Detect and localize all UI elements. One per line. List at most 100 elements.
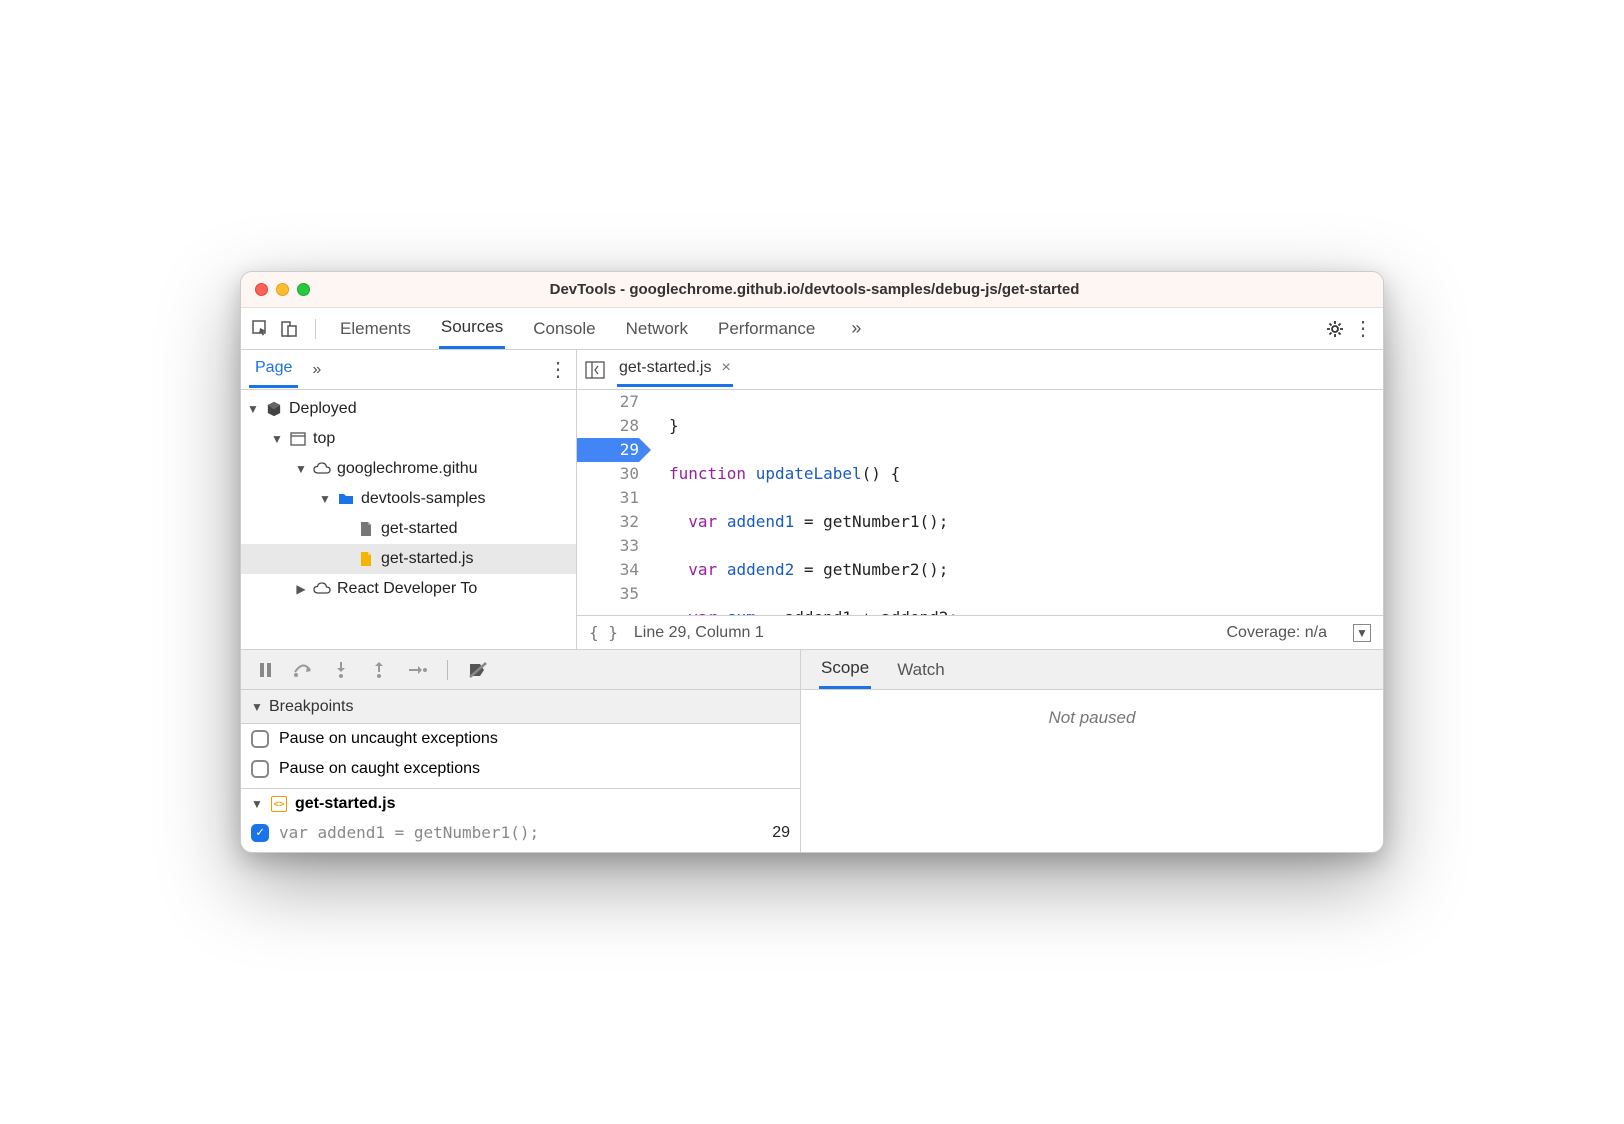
cloud-icon bbox=[313, 460, 331, 478]
chevron-right-icon: ▶ bbox=[295, 582, 307, 596]
tree-label: top bbox=[313, 430, 335, 448]
breakpoint-line-number: 29 bbox=[772, 824, 790, 842]
minimize-window-button[interactable] bbox=[276, 283, 289, 296]
chevron-down-icon: ▼ bbox=[319, 492, 331, 506]
zoom-window-button[interactable] bbox=[297, 283, 310, 296]
code-editor[interactable]: 27 28 29 30 31 32 33 34 35 } function up… bbox=[577, 390, 1383, 615]
chevron-down-icon: ▼ bbox=[295, 462, 307, 476]
tree-label: googlechrome.githu bbox=[337, 460, 478, 478]
dropdown-icon[interactable]: ▼ bbox=[1353, 624, 1371, 642]
close-tab-icon[interactable]: × bbox=[721, 359, 730, 377]
tab-performance[interactable]: Performance bbox=[716, 310, 817, 348]
tree-row-folder[interactable]: ▼ devtools-samples bbox=[241, 484, 576, 514]
tab-elements[interactable]: Elements bbox=[338, 310, 413, 348]
script-icon bbox=[357, 550, 375, 568]
watch-tab[interactable]: Watch bbox=[895, 652, 947, 688]
separator bbox=[447, 660, 448, 680]
tree-label: Deployed bbox=[289, 400, 357, 418]
code-line: function updateLabel() { bbox=[669, 462, 1383, 486]
navigator-more-icon[interactable]: » bbox=[312, 361, 321, 379]
traffic-lights bbox=[255, 283, 310, 296]
file-tab-label: get-started.js bbox=[619, 359, 711, 377]
line-number[interactable]: 30 bbox=[577, 462, 639, 486]
kebab-menu-icon[interactable]: ⋮ bbox=[1351, 317, 1375, 341]
step-icon[interactable] bbox=[407, 663, 427, 677]
js-file-icon: <> bbox=[271, 796, 287, 812]
checkbox[interactable] bbox=[251, 760, 269, 778]
tree-row-extension[interactable]: ▶ React Developer To bbox=[241, 574, 576, 604]
checkbox[interactable] bbox=[251, 730, 269, 748]
scope-body: Not paused bbox=[801, 690, 1383, 746]
file-tree: ▼ Deployed ▼ top ▼ googlechrome.githu ▼ bbox=[241, 390, 576, 649]
line-number[interactable]: 27 bbox=[577, 390, 639, 414]
file-tab-active[interactable]: get-started.js × bbox=[617, 352, 733, 387]
code-line: var addend2 = getNumber2(); bbox=[669, 558, 1383, 582]
tab-console[interactable]: Console bbox=[531, 310, 597, 348]
pause-uncaught-checkbox-row[interactable]: Pause on uncaught exceptions bbox=[241, 724, 800, 754]
breakpoints-title: Breakpoints bbox=[269, 698, 354, 716]
line-number[interactable]: 33 bbox=[577, 534, 639, 558]
tree-row-file-js[interactable]: get-started.js bbox=[241, 544, 576, 574]
tab-sources[interactable]: Sources bbox=[439, 308, 505, 349]
tree-row-file-html[interactable]: get-started bbox=[241, 514, 576, 544]
line-number[interactable]: 32 bbox=[577, 510, 639, 534]
main-tabs: Elements Sources Console Network Perform… bbox=[338, 308, 1319, 349]
chevron-down-icon: ▼ bbox=[247, 402, 259, 416]
scope-tabs: Scope Watch bbox=[801, 650, 1383, 690]
checkbox-checked[interactable] bbox=[251, 824, 269, 842]
line-number[interactable]: 31 bbox=[577, 486, 639, 510]
line-number[interactable]: 34 bbox=[577, 558, 639, 582]
deactivate-breakpoints-icon[interactable] bbox=[468, 661, 488, 679]
pause-caught-checkbox-row[interactable]: Pause on caught exceptions bbox=[241, 754, 800, 789]
cube-icon bbox=[265, 400, 283, 418]
chevron-down-icon: ▼ bbox=[271, 432, 283, 446]
code-line: } bbox=[669, 414, 1383, 438]
scope-tab[interactable]: Scope bbox=[819, 650, 871, 689]
coverage-status: Coverage: n/a bbox=[1226, 624, 1327, 642]
line-number[interactable]: 35 bbox=[577, 582, 639, 606]
cursor-position: Line 29, Column 1 bbox=[634, 624, 764, 642]
tab-network[interactable]: Network bbox=[624, 310, 690, 348]
main-toolbar: Elements Sources Console Network Perform… bbox=[241, 308, 1383, 350]
pretty-print-icon[interactable]: { } bbox=[589, 623, 618, 642]
tree-row-deployed[interactable]: ▼ Deployed bbox=[241, 394, 576, 424]
tree-row-top[interactable]: ▼ top bbox=[241, 424, 576, 454]
navigator-tab-page[interactable]: Page bbox=[249, 351, 298, 388]
step-into-icon[interactable] bbox=[331, 661, 351, 679]
code-content[interactable]: } function updateLabel() { var addend1 =… bbox=[649, 390, 1383, 615]
separator bbox=[315, 319, 316, 339]
breakpoints-header[interactable]: ▼ Breakpoints bbox=[241, 690, 800, 724]
chevron-down-icon: ▼ bbox=[251, 797, 263, 811]
debug-toolbar bbox=[241, 650, 800, 690]
debugger-right: Scope Watch Not paused bbox=[801, 650, 1383, 852]
checkbox-label: Pause on uncaught exceptions bbox=[279, 730, 498, 748]
tree-row-domain[interactable]: ▼ googlechrome.githu bbox=[241, 454, 576, 484]
pause-icon[interactable] bbox=[255, 662, 275, 678]
more-tabs-icon[interactable]: » bbox=[843, 318, 869, 339]
navigator-tabs: Page » ⋮ bbox=[241, 350, 576, 390]
step-out-icon[interactable] bbox=[369, 661, 389, 679]
navigator-menu-icon[interactable]: ⋮ bbox=[548, 357, 568, 382]
tree-label: React Developer To bbox=[337, 580, 477, 598]
settings-gear-icon[interactable] bbox=[1323, 317, 1347, 341]
tree-label: get-started bbox=[381, 520, 457, 538]
content-area: Page » ⋮ ▼ Deployed ▼ top ▼ goog bbox=[241, 350, 1383, 650]
editor-panel: get-started.js × 27 28 29 30 31 32 33 34… bbox=[577, 350, 1383, 649]
navigator-panel: Page » ⋮ ▼ Deployed ▼ top ▼ goog bbox=[241, 350, 577, 649]
inspect-element-icon[interactable] bbox=[249, 317, 273, 341]
checkbox-label: Pause on caught exceptions bbox=[279, 760, 480, 778]
toggle-navigator-icon[interactable] bbox=[585, 361, 607, 379]
tree-label: devtools-samples bbox=[361, 490, 486, 508]
step-over-icon[interactable] bbox=[293, 662, 313, 678]
breakpoint-line-row[interactable]: var addend1 = getNumber1(); 29 bbox=[241, 819, 800, 852]
line-number[interactable]: 28 bbox=[577, 414, 639, 438]
close-window-button[interactable] bbox=[255, 283, 268, 296]
devtools-window: DevTools - googlechrome.github.io/devtoo… bbox=[240, 271, 1384, 853]
frame-icon bbox=[289, 430, 307, 448]
line-number-breakpoint[interactable]: 29 bbox=[577, 438, 639, 462]
device-toolbar-icon[interactable] bbox=[277, 317, 301, 341]
gutter[interactable]: 27 28 29 30 31 32 33 34 35 bbox=[577, 390, 649, 615]
breakpoint-file-row[interactable]: ▼ <> get-started.js bbox=[241, 789, 800, 819]
editor-status-bar: { } Line 29, Column 1 Coverage: n/a ▼ bbox=[577, 615, 1383, 649]
folder-icon bbox=[337, 490, 355, 508]
